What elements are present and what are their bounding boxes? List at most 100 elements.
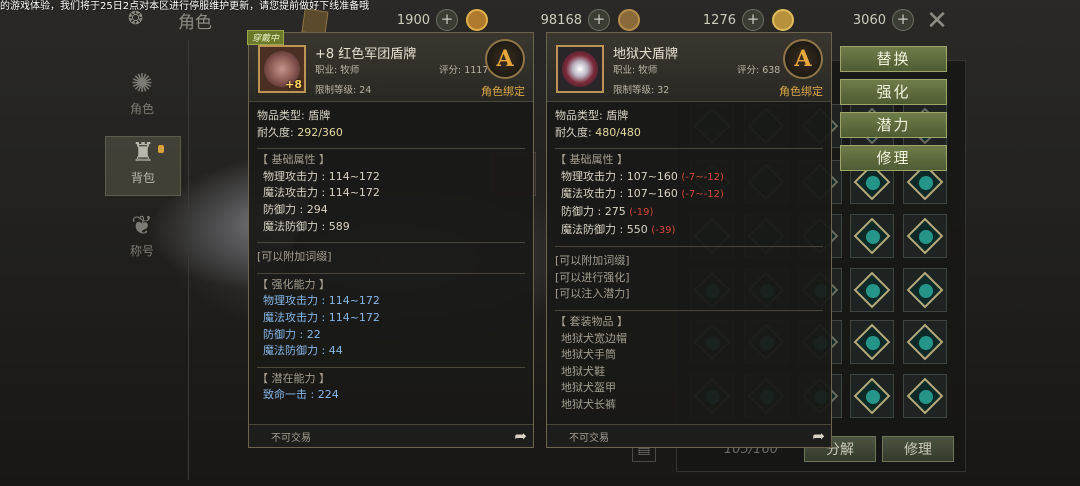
stat-row: 物理攻击力 : 114~172 xyxy=(263,294,380,308)
tooltip-header: 地狱犬盾牌 职业: 牧师 评分: 638 限制等级: 32 A 角色绑定 xyxy=(547,33,831,102)
repair-all-button[interactable]: 修理 xyxy=(882,436,954,462)
enhance-level: +8 xyxy=(285,78,302,91)
tooltip-header: +8 穿戴中 +8 红色军团盾牌 职业: 牧师 评分: 1117 限制等级: 2… xyxy=(247,30,533,102)
stat-text: 魔法防御力 : 550 xyxy=(561,222,648,236)
inventory-slot[interactable] xyxy=(903,214,947,258)
currency-value: 3060 xyxy=(852,12,886,28)
grade-badge: A xyxy=(783,39,823,79)
inventory-slot[interactable] xyxy=(850,320,894,364)
item-job: 职业: 牧师 xyxy=(613,65,658,76)
set-item: 地狱犬手筒 xyxy=(561,348,616,362)
currency-value: 1900 xyxy=(396,12,430,28)
divider xyxy=(257,148,525,150)
item-level: 限制等级: 32 xyxy=(613,85,670,96)
character-icon: ✺ xyxy=(131,69,153,99)
stat-text: 物理攻击力 : 107~160 xyxy=(561,169,678,183)
divider xyxy=(257,242,525,244)
left-nav: ✺ 角色 ♜ 背包 ❦ 称号 xyxy=(105,60,183,460)
section-title: 【 潜在能力 】 xyxy=(257,371,330,385)
gem-icon xyxy=(866,336,880,350)
bind-status: 角色绑定 xyxy=(481,85,525,98)
item-type: 物品类型: 盾牌 xyxy=(555,109,629,122)
stat-row: 魔法攻击力 : 114~172 xyxy=(263,310,380,324)
stat-row: 魔法攻击力 : 107~160 (-7~-12) xyxy=(555,186,823,204)
set-item: 地狱犬长裤 xyxy=(561,397,616,411)
section-title: 【 基础属性 】 xyxy=(257,153,330,167)
inventory-slot[interactable] xyxy=(850,268,894,312)
divider xyxy=(188,40,189,480)
item-level: 限制等级: 24 xyxy=(315,85,372,96)
backpack-icon: ♜ xyxy=(131,138,155,168)
stat-row: 魔法攻击力 : 114~172 xyxy=(263,186,380,200)
item-icon: +8 xyxy=(258,45,306,93)
option-row: [可以附加词缀] xyxy=(555,254,630,268)
item-job: 职业: 牧师 xyxy=(315,65,360,76)
divider xyxy=(555,246,823,248)
potential-button[interactable]: 潜力 xyxy=(840,112,947,138)
gem-icon xyxy=(866,390,880,404)
stat-diff: (-7~-12) xyxy=(681,171,724,183)
repair-button[interactable]: 修理 xyxy=(840,145,947,171)
stat-row: 致命一击 : 224 xyxy=(263,388,339,402)
stat-text: 防御力 : 275 xyxy=(561,204,626,218)
item-score: 评分: 1117 xyxy=(439,65,489,76)
item-score: 评分: 638 xyxy=(737,65,781,76)
stat-row: 魔法防御力 : 44 xyxy=(263,344,343,358)
gem-icon xyxy=(919,230,933,244)
durability-value: 292/360 xyxy=(297,125,343,139)
replace-button[interactable]: 替换 xyxy=(840,46,947,72)
gem-icon xyxy=(919,336,933,350)
share-icon[interactable]: ➦ xyxy=(514,427,527,445)
stat-row: 魔法防御力 : 589 xyxy=(263,219,350,233)
set-item: 地狱犬盔甲 xyxy=(561,381,616,395)
gem-icon xyxy=(919,390,933,404)
equipped-item-tooltip: +8 穿戴中 +8 红色军团盾牌 职业: 牧师 评分: 1117 限制等级: 2… xyxy=(247,30,534,448)
shield-icon xyxy=(562,51,598,87)
item-type: 物品类型: 盾牌 xyxy=(257,109,331,122)
tooltip-footer: 不可交易 ➦ xyxy=(249,424,533,447)
nav-item-backpack[interactable]: ♜ 背包 xyxy=(105,136,181,196)
nav-item-character[interactable]: ✺ 角色 xyxy=(105,68,179,126)
gem-icon xyxy=(919,176,933,190)
trade-status: 不可交易 xyxy=(271,433,311,444)
gem-icon xyxy=(919,284,933,298)
divider xyxy=(257,366,525,368)
stat-diff: (-39) xyxy=(651,224,676,236)
maintenance-notice: 的游戏体验，我们将于25日2点对本区进行停服维护更新，请您提前做好下线准备哦 xyxy=(0,1,370,12)
section-title: 【 强化能力 】 xyxy=(257,277,330,291)
tooltip-body: 物品类型: 盾牌 耐久度: 292/360 【 基础属性 】 物理攻击力 : 1… xyxy=(249,102,533,432)
nav-item-title[interactable]: ❦ 称号 xyxy=(105,210,179,268)
set-item: 地狱犬宽边帽 xyxy=(561,331,627,345)
inventory-slot[interactable] xyxy=(903,320,947,364)
option-row: [可以附加词缀] xyxy=(257,250,332,264)
inventory-slot[interactable] xyxy=(850,214,894,258)
stat-row: 防御力 : 22 xyxy=(263,327,321,341)
enhance-button[interactable]: 强化 xyxy=(840,79,947,105)
stat-row: 魔法防御力 : 550 (-39) xyxy=(555,222,823,240)
tooltip-body: 物品类型: 盾牌 耐久度: 480/480 【 基础属性 】 物理攻击力 : 1… xyxy=(547,102,831,432)
stat-row: 防御力 : 275 (-19) xyxy=(555,204,823,222)
durability-row: 耐久度: 292/360 xyxy=(257,125,525,142)
stat-text: 魔法攻击力 : 107~160 xyxy=(561,187,678,201)
inventory-slot[interactable] xyxy=(850,374,894,418)
stat-diff: (-7~-12) xyxy=(681,189,724,201)
stat-row: 物理攻击力 : 114~172 xyxy=(263,169,380,183)
gem-icon xyxy=(866,176,880,190)
item-name: +8 红色军团盾牌 xyxy=(315,47,417,62)
divider xyxy=(555,148,823,150)
inventory-slot[interactable] xyxy=(903,268,947,312)
gem-icon xyxy=(866,284,880,298)
compare-item-tooltip: 地狱犬盾牌 职业: 牧师 评分: 638 限制等级: 32 A 角色绑定 物品类… xyxy=(546,32,832,448)
durability-value: 480/480 xyxy=(595,125,641,139)
notification-dot xyxy=(158,145,164,153)
nav-label: 称号 xyxy=(129,244,154,258)
inventory-slot[interactable] xyxy=(903,374,947,418)
divider xyxy=(555,309,823,311)
grade-badge: A xyxy=(485,39,525,79)
gem-icon xyxy=(866,230,880,244)
divider xyxy=(257,272,525,274)
currency-value: 98168 xyxy=(540,12,582,28)
stat-diff: (-19) xyxy=(629,206,654,218)
share-icon[interactable]: ➦ xyxy=(812,427,825,445)
option-row: [可以注入潜力] xyxy=(555,287,630,301)
